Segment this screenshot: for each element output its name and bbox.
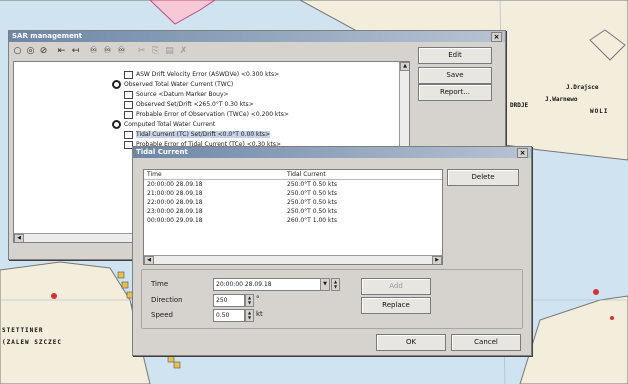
circle-icon[interactable]: ○ xyxy=(13,47,22,56)
tidal-row-current[interactable]: 250.0°T 0.50 kts xyxy=(287,208,337,216)
close-icon[interactable]: × xyxy=(491,32,502,42)
tree-row[interactable]: Source <Datum Marker Bouy> xyxy=(124,90,229,99)
column-header-time[interactable]: Time xyxy=(147,171,162,179)
document-icon xyxy=(124,130,133,139)
delete-icon[interactable]: ✗ xyxy=(179,47,188,56)
sar-window-titlebar[interactable]: SAR management × xyxy=(9,31,505,42)
edit-button[interactable]: Edit xyxy=(418,47,492,64)
tidal-row-time[interactable]: 23:00:00 28.09.18 xyxy=(147,208,203,216)
tree-row-label: Tidal Current (TC) Set/Drift <0.0°T 0.00… xyxy=(136,131,271,138)
tree-row[interactable]: Probable Error of Observation (TWCe) <0.… xyxy=(124,110,289,119)
tidal-dialog-titlebar[interactable]: Tidal Current × xyxy=(133,147,531,158)
map-label-warnewo: J.Warnewo xyxy=(545,96,578,103)
list-horizontal-scrollbar[interactable]: ◀ ▶ xyxy=(144,255,442,264)
scroll-right-icon[interactable]: ▶ xyxy=(432,256,442,264)
node-circle-icon xyxy=(112,80,121,89)
paste-icon[interactable]: ▤ xyxy=(165,47,174,56)
target-icon[interactable]: ◎ xyxy=(26,47,35,56)
tree-row[interactable]: ASW Drift Velocity Error (ASWDVe) <0.300… xyxy=(124,70,279,79)
copy-icon[interactable]: ⎘ xyxy=(151,47,160,56)
ok-button[interactable]: OK xyxy=(376,334,446,351)
scroll-left-icon[interactable]: ◀ xyxy=(14,234,24,242)
tree-row[interactable]: Observed Total Water Current (TWC) xyxy=(112,80,233,89)
node-circle-icon xyxy=(112,120,121,129)
tidal-dialog-title: Tidal Current xyxy=(136,148,188,156)
tidal-row-current[interactable]: 250.0°T 0.50 kts xyxy=(287,199,337,207)
report-button[interactable]: Report... xyxy=(418,84,492,101)
scroll-up-icon[interactable]: ▲ xyxy=(400,62,409,71)
no-entry-icon[interactable]: ⊘ xyxy=(39,47,48,56)
scroll-left-icon[interactable]: ◀ xyxy=(144,256,154,264)
document-icon xyxy=(124,90,133,99)
tree-row-label: Probable Error of Observation (TWCe) <0.… xyxy=(136,111,289,118)
tidal-row-time[interactable]: 22:00:00 28.09.18 xyxy=(147,199,203,207)
header-divider xyxy=(144,179,442,180)
cut-icon[interactable]: ✂ xyxy=(137,47,146,56)
close-icon[interactable]: × xyxy=(517,148,528,158)
tree-row[interactable]: Observed Set/Drift <265.0°T 0.30 kts> xyxy=(124,100,254,109)
tidal-row-current[interactable]: 250.0°T 0.50 kts xyxy=(287,190,337,198)
map-label-woli: WOLI xyxy=(590,108,609,115)
tidal-row-current[interactable]: 250.0°T 0.50 kts xyxy=(287,181,337,189)
delete-button[interactable]: Delete xyxy=(447,169,519,186)
tidal-row-time[interactable]: 20:00:00 28.09.18 xyxy=(147,181,203,189)
tree-row-label: Observed Set/Drift <265.0°T 0.30 kts> xyxy=(136,101,254,108)
tree-row-label: ASW Drift Velocity Error (ASWDVe) <0.300… xyxy=(136,71,280,78)
tidal-current-dialog: Tidal Current × Time Tidal Current 20:00… xyxy=(132,146,532,356)
tidal-current-list[interactable]: Time Tidal Current 20:00:00 28.09.18 250.… xyxy=(143,169,443,265)
map-label-zalew: (ZALEW SZCZEC xyxy=(2,339,62,346)
sar-toolbar: ○ ◎ ⊘ ⇤ ↤ ♾ ♾ ♾ ✂ ⎘ ▤ ✗ xyxy=(11,43,311,59)
tree-row[interactable]: Tidal Current (TC) Set/Drift <0.0°T 0.00… xyxy=(124,130,271,139)
map-label-drajsce: J.Drajsce xyxy=(566,84,599,91)
document-icon xyxy=(124,110,133,119)
edit-group-box xyxy=(141,269,523,329)
binoculars-icon[interactable]: ♾ xyxy=(103,47,112,56)
save-button[interactable]: Save xyxy=(418,67,492,84)
tidal-row-time[interactable]: 00:00:00 29.09.18 xyxy=(147,217,203,225)
tidal-row-time[interactable]: 21:00:00 28.09.18 xyxy=(147,190,203,198)
tidal-row-current[interactable]: 260.0°T 1.00 kts xyxy=(287,217,337,225)
document-icon xyxy=(124,100,133,109)
document-icon xyxy=(124,70,133,79)
tree-row-label: Computed Total Water Current xyxy=(124,121,216,128)
tree-row[interactable]: Computed Total Water Current xyxy=(112,120,215,129)
first-icon[interactable]: ⇤ xyxy=(57,47,66,56)
map-label-stettiner: STETTINER xyxy=(2,327,44,334)
map-label-drdje: DRDJE xyxy=(510,102,529,109)
binoculars-icon[interactable]: ♾ xyxy=(117,47,126,56)
column-header-tidal-current[interactable]: Tidal Current xyxy=(287,171,326,179)
tree-row-label: Observed Total Water Current (TWC) xyxy=(124,81,234,88)
cancel-button[interactable]: Cancel xyxy=(451,334,521,351)
binoculars-icon[interactable]: ♾ xyxy=(89,47,98,56)
back-icon[interactable]: ↤ xyxy=(71,47,80,56)
tree-row-label: Source <Datum Marker Bouy> xyxy=(136,91,229,98)
sar-window-title: SAR management xyxy=(12,32,83,40)
